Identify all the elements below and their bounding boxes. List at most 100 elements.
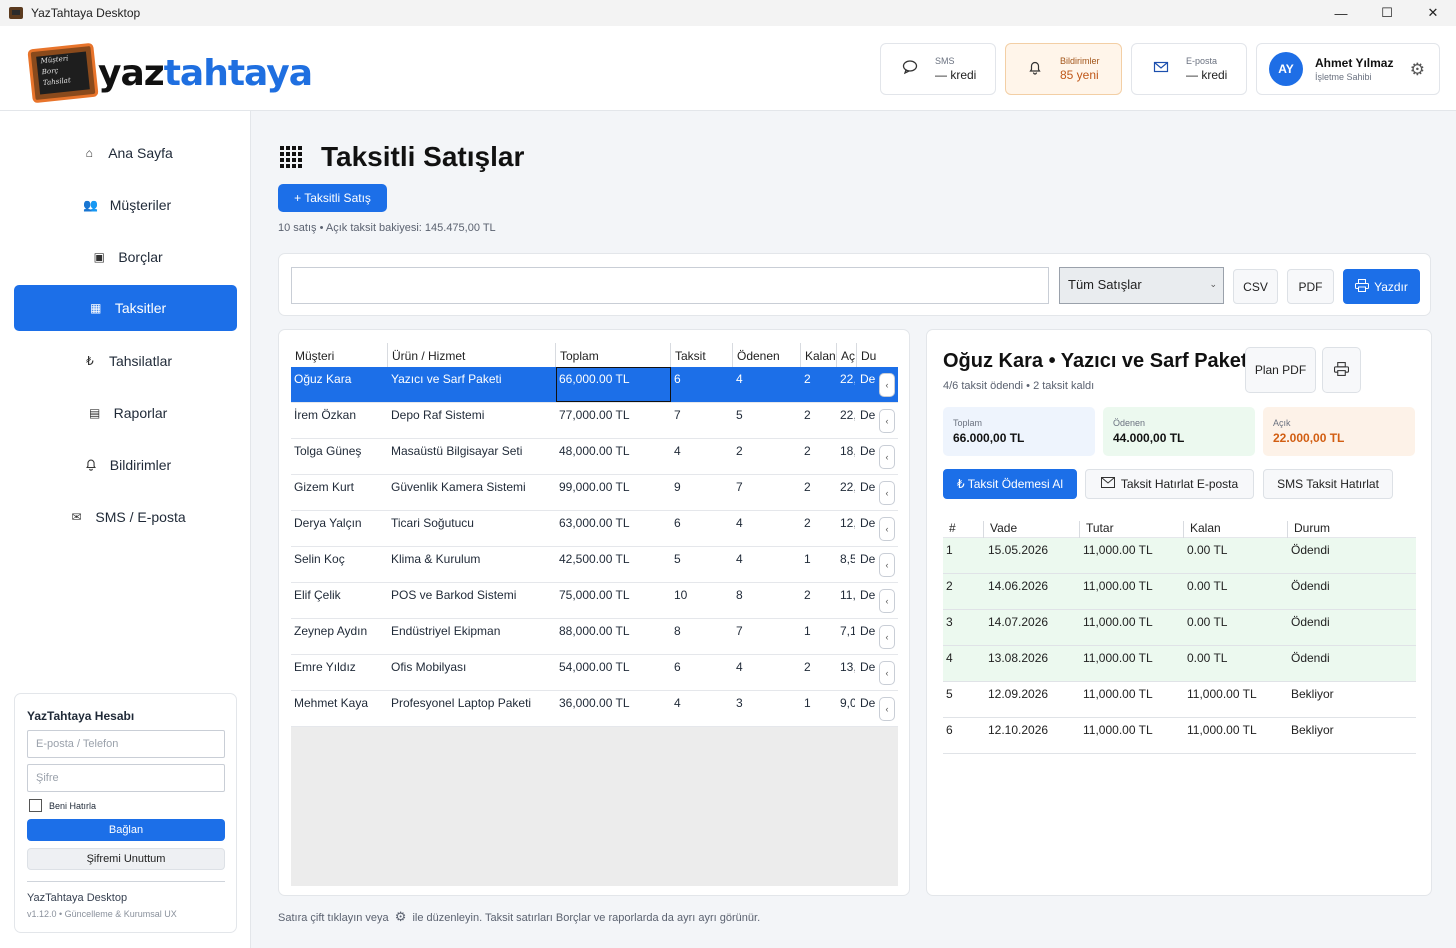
- cell-paid: 4: [736, 372, 743, 386]
- password-input[interactable]: Şifre: [27, 764, 225, 792]
- csv-export-button[interactable]: CSV: [1233, 269, 1278, 304]
- column-header[interactable]: Tutar: [1080, 521, 1184, 538]
- sales-table[interactable]: Müşteri Ürün / Hizmet Toplam Taksit Öden…: [291, 343, 898, 886]
- sales-filter-select[interactable]: Tüm Satışlar ⌄: [1059, 267, 1224, 304]
- table-row[interactable]: Tolga Güneş Masaüstü Bilgisayar Seti 48,00…: [291, 439, 898, 475]
- pdf-export-button[interactable]: PDF: [1287, 269, 1334, 304]
- sms-reminder-button[interactable]: SMS Taksit Hatırlat: [1263, 469, 1393, 499]
- table-row[interactable]: 5 12.09.2026 11,000.00 TL 11,000.00 TL Bekli…: [943, 682, 1416, 718]
- envelope-icon: [1150, 59, 1172, 80]
- column-header[interactable]: Ürün / Hizmet: [388, 343, 556, 367]
- add-installment-sale-button[interactable]: + Taksitli Satış: [278, 184, 387, 212]
- sidebar-item-installments[interactable]: ▦ Taksitler: [14, 285, 237, 331]
- paid-stat: Ödenen 44.000,00 TL: [1103, 407, 1255, 456]
- column-header[interactable]: Müşteri: [291, 343, 388, 367]
- cell-status: De: [860, 660, 876, 674]
- column-header[interactable]: Durum: [1288, 521, 1416, 538]
- cell-open: 9,0: [840, 696, 855, 710]
- remember-checkbox[interactable]: [29, 799, 42, 812]
- take-installment-payment-button[interactable]: ₺ Taksit Ödemesi Al: [943, 469, 1077, 499]
- sidebar-item-home[interactable]: ⌂ Ana Sayfa: [14, 130, 237, 176]
- column-header[interactable]: Toplam: [556, 343, 671, 367]
- installments-table[interactable]: # Vade Tutar Kalan Durum 1 15.05.2026 11,0…: [943, 518, 1416, 754]
- cell-paid: 4: [736, 660, 743, 674]
- cell-paid: 7: [736, 480, 743, 494]
- cell-status: De: [860, 624, 876, 638]
- maximize-button[interactable]: ☐: [1364, 0, 1410, 26]
- row-edit-button[interactable]: ‹: [879, 409, 895, 433]
- table-row[interactable]: 2 14.06.2026 11,000.00 TL 0.00 TL Ödendi: [943, 574, 1416, 610]
- sidebar-item-notifications[interactable]: Bildirimler: [14, 442, 237, 488]
- table-row[interactable]: İrem Özkan Depo Raf Sistemi 77,000.00 TL 7 5…: [291, 403, 898, 439]
- forgot-password-button[interactable]: Şifremi Unuttum: [27, 848, 225, 870]
- table-row[interactable]: Mehmet Kaya Profesyonel Laptop Paketi 36,0…: [291, 691, 898, 727]
- table-row[interactable]: Gizem Kurt Güvenlik Kamera Sistemi 99,000.…: [291, 475, 898, 511]
- column-header[interactable]: Vade: [984, 521, 1080, 538]
- search-input[interactable]: [291, 267, 1049, 304]
- cell-left: 0.00 TL: [1187, 579, 1228, 593]
- cell-customer: Oğuz Kara: [294, 372, 352, 386]
- plan-pdf-button[interactable]: Plan PDF: [1245, 347, 1316, 393]
- column-header[interactable]: #: [943, 521, 984, 538]
- row-edit-button[interactable]: ‹: [879, 589, 895, 613]
- cell-status: De: [860, 480, 876, 494]
- row-edit-button[interactable]: ‹: [879, 481, 895, 505]
- table-row[interactable]: Elif Çelik POS ve Barkod Sistemi 75,000.00…: [291, 583, 898, 619]
- row-edit-button[interactable]: ‹: [879, 661, 895, 685]
- connect-button[interactable]: Bağlan: [27, 819, 225, 841]
- detail-print-button[interactable]: [1322, 347, 1361, 393]
- column-header[interactable]: Kalan: [801, 343, 837, 367]
- gear-icon[interactable]: ⚙: [1410, 60, 1425, 80]
- table-row[interactable]: 1 15.05.2026 11,000.00 TL 0.00 TL Ödendi: [943, 538, 1416, 574]
- sms-credit-card[interactable]: SMS — kredi: [880, 43, 996, 95]
- row-edit-button[interactable]: ‹: [879, 445, 895, 469]
- cell-total: 42,500.00 TL: [559, 552, 630, 566]
- table-row[interactable]: 6 12.10.2026 11,000.00 TL 11,000.00 TL Bekli…: [943, 718, 1416, 754]
- app-icon: [9, 7, 23, 19]
- table-row[interactable]: Selin Koç Klima & Kurulum 42,500.00 TL 5 4 1 8…: [291, 547, 898, 583]
- remember-me[interactable]: Beni Hatırla: [29, 799, 96, 812]
- sidebar-item-reports[interactable]: ▤ Raporlar: [14, 390, 237, 436]
- email-credit-card[interactable]: E-posta — kredi: [1131, 43, 1247, 95]
- column-header[interactable]: Taksit: [671, 343, 733, 367]
- row-edit-button[interactable]: ‹: [879, 625, 895, 649]
- user-card[interactable]: AY Ahmet Yılmaz İşletme Sahibi ⚙: [1256, 43, 1440, 95]
- detail-subtitle: 4/6 taksit ödendi • 2 taksit kaldı: [943, 380, 1095, 392]
- table-row[interactable]: Emre Yıldız Ofis Mobilyası 54,000.00 TL 6 4 2…: [291, 655, 898, 691]
- logo[interactable]: Müşteri Borç Tahsilat yaztahtaya: [27, 42, 313, 104]
- printer-icon: [1355, 278, 1370, 295]
- notifications-card[interactable]: Bildirimler 85 yeni: [1005, 43, 1122, 95]
- sidebar-item-collections[interactable]: ₺ Tahsilatlar: [14, 338, 237, 384]
- column-header[interactable]: Açık: [837, 343, 857, 367]
- row-edit-button[interactable]: ‹: [879, 697, 895, 721]
- column-header[interactable]: Durum: [857, 343, 877, 367]
- cell-status: De: [860, 552, 876, 566]
- email-phone-input[interactable]: E-posta / Telefon: [27, 730, 225, 758]
- column-header[interactable]: Ödenen: [733, 343, 801, 367]
- row-edit-button[interactable]: ‹: [879, 553, 895, 577]
- table-row[interactable]: 3 14.07.2026 11,000.00 TL 0.00 TL Ödendi: [943, 610, 1416, 646]
- sidebar-item-sms-email[interactable]: ✉ SMS / E-posta: [14, 494, 237, 540]
- filter-bar: Tüm Satışlar ⌄ CSV PDF Yazdır: [278, 253, 1431, 316]
- table-row[interactable]: 4 13.08.2026 11,000.00 TL 0.00 TL Ödendi: [943, 646, 1416, 682]
- table-row[interactable]: Oğuz Kara Yazıcı ve Sarf Paketi 66,000.00 …: [291, 367, 898, 403]
- cell-due: 14.07.2026: [988, 615, 1049, 629]
- sidebar-item-customers[interactable]: 👥 Müşteriler: [14, 182, 237, 228]
- close-button[interactable]: ✕: [1410, 0, 1456, 26]
- row-edit-button[interactable]: ‹: [879, 517, 895, 541]
- account-title: YazTahtaya Hesabı: [27, 709, 135, 723]
- cell-paid: 8: [736, 588, 743, 602]
- sidebar-item-debts[interactable]: ▣ Borçlar: [14, 234, 237, 280]
- email-reminder-button[interactable]: Taksit Hatırlat E-posta: [1085, 469, 1254, 499]
- row-edit-button[interactable]: ‹: [879, 373, 895, 397]
- table-row[interactable]: Zeynep Aydın Endüstriyel Ekipman 88,000.00…: [291, 619, 898, 655]
- user-role: İşletme Sahibi: [1315, 72, 1372, 82]
- cell-product: POS ve Barkod Sistemi: [391, 588, 517, 602]
- table-row[interactable]: Derya Yalçın Ticari Soğutucu 63,000.00 TL 6…: [291, 511, 898, 547]
- column-header[interactable]: Kalan: [1184, 521, 1288, 538]
- print-button[interactable]: Yazdır: [1343, 269, 1420, 304]
- minimize-button[interactable]: —: [1318, 0, 1364, 26]
- cell-count: 4: [674, 696, 681, 710]
- cell-count: 5: [674, 552, 681, 566]
- users-icon: 👥: [83, 198, 99, 212]
